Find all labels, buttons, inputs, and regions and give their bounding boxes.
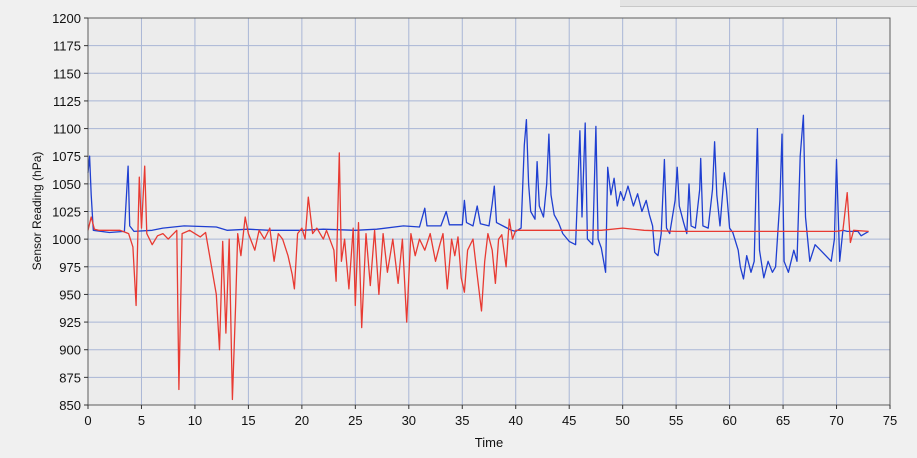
- y-tick-label: 1100: [53, 122, 81, 137]
- x-tick-label: 35: [455, 413, 469, 428]
- chart-window: 0 5 10 15 20 25 30 35 40 45 50 55 60 65 70 75 850 875 900…: [0, 0, 917, 453]
- x-tick-label: 10: [188, 413, 202, 428]
- x-tick-label: 0: [84, 413, 91, 428]
- x-tick-label: 55: [669, 413, 683, 428]
- x-tick-label: 60: [722, 413, 736, 428]
- y-axis-label: Sensor Reading (hPa): [30, 152, 44, 271]
- x-tick-label: 15: [241, 413, 255, 428]
- window-top-strip: [620, 0, 917, 7]
- y-tick-label: 1175: [53, 39, 81, 54]
- y-tick-label: 1050: [52, 177, 81, 192]
- y-tick-label: 1025: [52, 205, 81, 220]
- y-tick-label: 975: [59, 260, 81, 275]
- y-tick-label: 850: [59, 398, 81, 413]
- x-tick-label: 20: [295, 413, 309, 428]
- x-tick-label: 5: [138, 413, 145, 428]
- x-tick-label: 25: [348, 413, 362, 428]
- y-axis: 850 875 900 925 950 975 1000 1025 1050 1075 1100 11…: [52, 11, 88, 413]
- y-tick-label: 900: [59, 343, 81, 358]
- x-tick-label: 45: [562, 413, 576, 428]
- y-tick-label: 1125: [53, 94, 81, 109]
- y-tick-label: 1075: [52, 149, 81, 164]
- x-tick-label: 70: [829, 413, 843, 428]
- x-tick-label: 50: [615, 413, 629, 428]
- x-axis-label: Time: [475, 435, 503, 450]
- x-tick-label: 40: [508, 413, 522, 428]
- x-axis: 0 5 10 15 20 25 30 35 40 45 50 55 60 65 70 75: [84, 405, 897, 428]
- x-tick-label: 65: [776, 413, 790, 428]
- x-tick-label: 75: [883, 413, 897, 428]
- y-tick-label: 950: [59, 287, 81, 302]
- y-tick-label: 1150: [53, 66, 81, 81]
- y-tick-label: 925: [59, 315, 81, 330]
- line-chart: 0 5 10 15 20 25 30 35 40 45 50 55 60 65 70 75 850 875 900…: [30, 11, 897, 450]
- y-tick-label: 1000: [52, 232, 81, 247]
- y-tick-label: 1200: [52, 11, 81, 26]
- x-tick-label: 30: [402, 413, 416, 428]
- y-tick-label: 875: [59, 370, 81, 385]
